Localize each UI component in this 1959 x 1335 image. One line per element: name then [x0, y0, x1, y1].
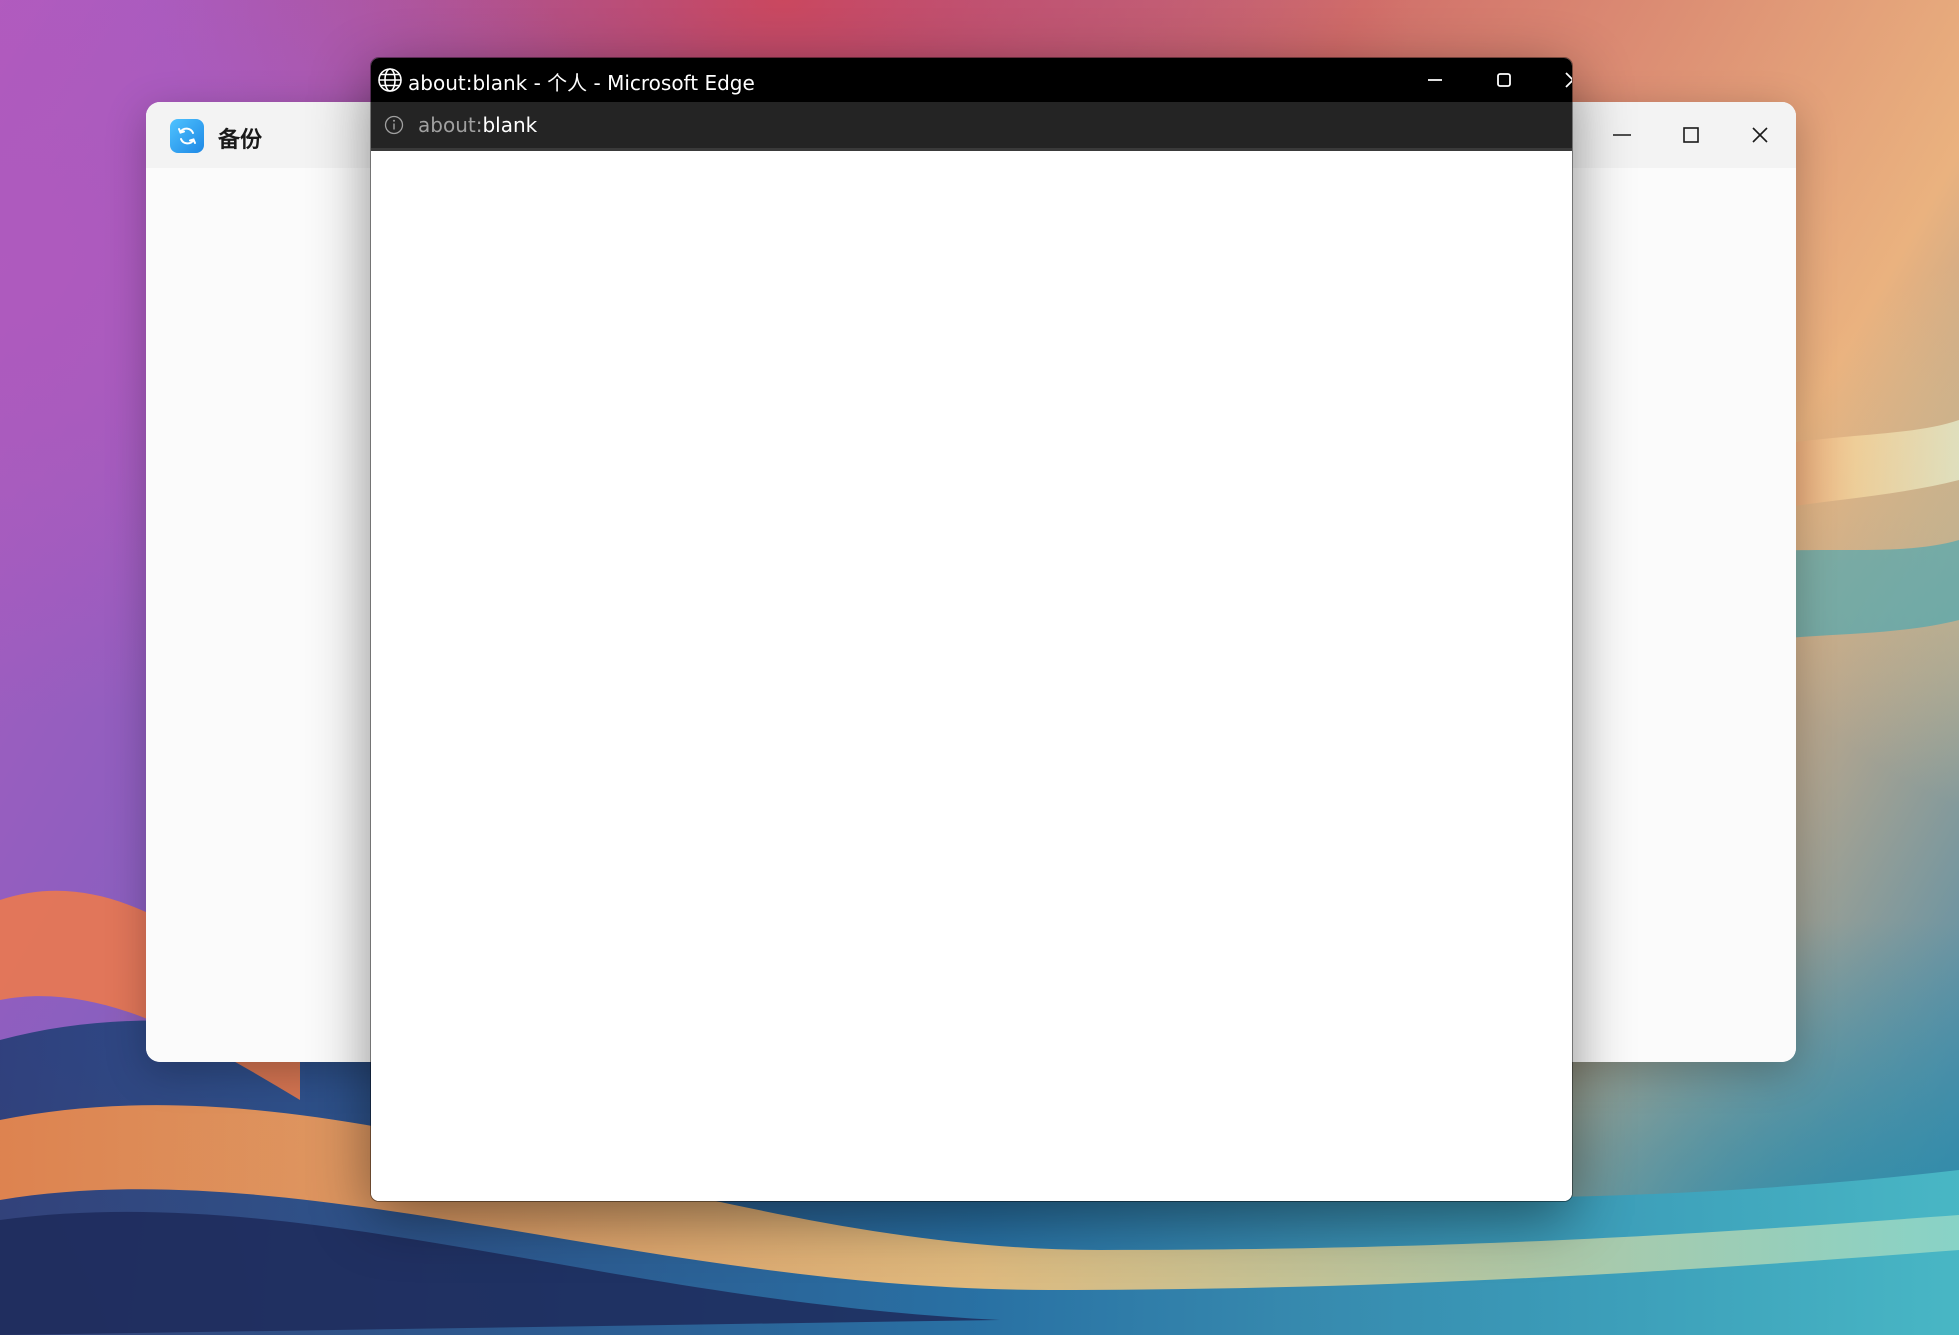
close-icon	[1752, 127, 1768, 143]
backup-minimize-button[interactable]	[1588, 102, 1656, 168]
url-path: blank	[482, 113, 538, 137]
backup-sync-icon	[170, 119, 204, 153]
maximize-icon	[1497, 73, 1511, 87]
backup-close-button[interactable]	[1726, 102, 1794, 168]
desktop: 备份 about:blank - 个人 - Microsoft Edge abo…	[0, 0, 1959, 1335]
edge-maximize-button[interactable]	[1470, 58, 1538, 102]
edge-browser-window: about:blank - 个人 - Microsoft Edge about:…	[371, 58, 1572, 1201]
edge-close-button[interactable]	[1539, 58, 1572, 102]
edge-minimize-button[interactable]	[1401, 58, 1469, 102]
backup-window-title: 备份	[218, 128, 263, 153]
info-icon[interactable]	[384, 115, 404, 135]
maximize-icon	[1683, 127, 1699, 143]
close-icon	[1565, 72, 1572, 88]
minimize-icon	[1428, 79, 1442, 81]
globe-icon	[378, 68, 402, 92]
url-scheme: about:	[418, 113, 483, 137]
backup-maximize-button[interactable]	[1657, 102, 1725, 168]
edge-page-content[interactable]	[371, 151, 1572, 1201]
minimize-icon	[1613, 134, 1631, 136]
edge-address-bar[interactable]: about:blank	[371, 102, 1572, 151]
address-url[interactable]: about:blank	[418, 113, 537, 137]
edge-window-title: about:blank - 个人 - Microsoft Edge	[408, 71, 755, 95]
edge-titlebar[interactable]: about:blank - 个人 - Microsoft Edge	[371, 58, 1572, 102]
